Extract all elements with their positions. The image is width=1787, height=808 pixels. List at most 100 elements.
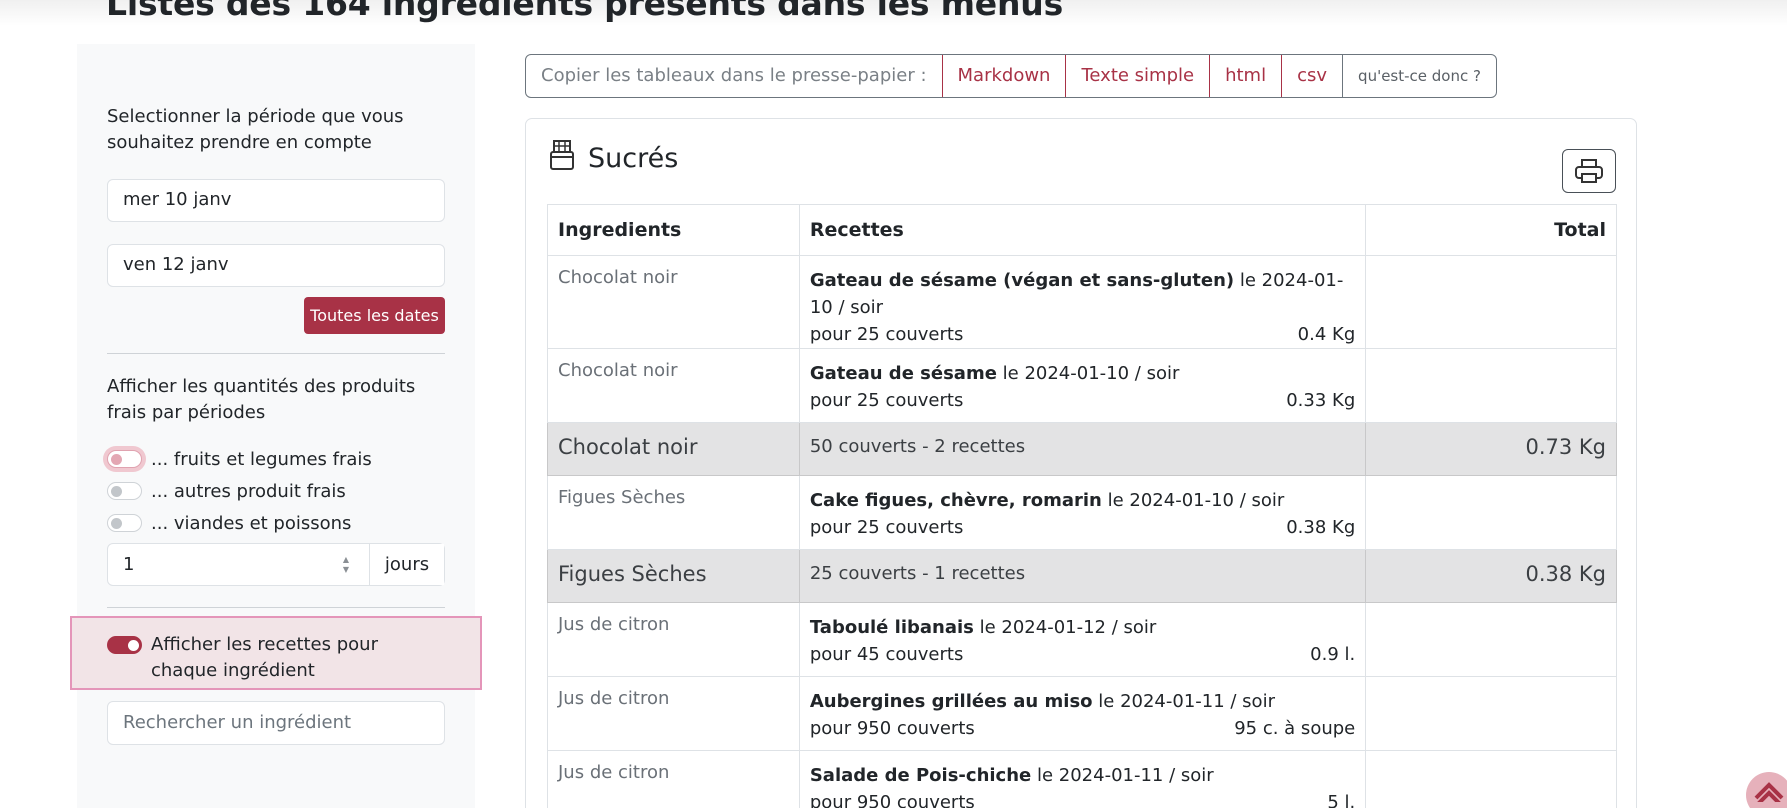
recipe-quantity: 5 l. (1327, 792, 1356, 808)
total-cell (1365, 750, 1617, 808)
recipe-quantity: 0.4 Kg (1297, 324, 1356, 345)
recipe-name: Cake figues, chèvre, romarin (809, 490, 1102, 511)
table-row: Jus de citron Aubergines grillées au mis… (547, 676, 1617, 751)
summary-count: 25 couverts - 1 recettes (798, 549, 1367, 603)
period-unit: jours (370, 544, 444, 585)
total-cell (1365, 475, 1617, 550)
scroll-to-top-button[interactable] (1746, 772, 1787, 808)
ingredient-cell: Jus de citron (547, 750, 800, 808)
printer-icon (1575, 159, 1603, 183)
copy-text-button[interactable]: Texte simple (1065, 55, 1209, 97)
ingredient-cell: Jus de citron (547, 602, 800, 677)
toggle-fruits-legumes[interactable]: ... fruits et legumes frais (107, 447, 372, 471)
period-number-input[interactable]: 1 ▲ ▼ (108, 544, 370, 585)
recipe-cell: Cake figues, chèvre, romarin le 2024-01-… (798, 475, 1367, 550)
column-header: Total (1365, 204, 1617, 256)
recipe-meta: le 2024-01-12 / soir (979, 617, 1157, 638)
table-row: Chocolat noir Gateau de sésame (végan et… (547, 255, 1617, 349)
toggle-label: ... autres produit frais (151, 480, 346, 502)
summary-count: 50 couverts - 2 recettes (798, 422, 1367, 476)
recipe-quantity: 0.9 l. (1310, 644, 1356, 665)
print-button[interactable] (1562, 149, 1616, 193)
toggle-show-recipes[interactable]: Afficher les recettes pour chaque ingréd… (107, 632, 441, 684)
recipe-servings: pour 25 couverts (809, 517, 964, 538)
period-number-group: 1 ▲ ▼ jours (107, 543, 445, 586)
divider (107, 353, 445, 354)
period-value: 1 (123, 554, 135, 575)
chevron-up-icon (1754, 782, 1784, 802)
recipe-cell: Salade de Pois-chiche le 2024-01-11 / so… (798, 750, 1367, 808)
table-row: Figues Sèches Cake figues, chèvre, romar… (547, 475, 1617, 550)
period-label: Selectionner la période que vous souhait… (107, 106, 404, 153)
table-row: Chocolat noir Gateau de sésame le 2024-0… (547, 348, 1617, 423)
toggle-switch[interactable] (107, 514, 142, 532)
recipe-meta: le 2024-01-10 / soir (1002, 363, 1180, 384)
copy-toolbar: Copier les tableaux dans le presse-papie… (525, 54, 1497, 98)
recipe-name: Aubergines grillées au miso (809, 691, 1093, 712)
sidebar: Selectionner la période que vous souhait… (70, 44, 482, 808)
recipe-meta: le 2024-01-11 / soir (1036, 765, 1214, 786)
ingredient-search-input[interactable]: Rechercher un ingrédient (107, 701, 445, 745)
all-dates-button[interactable]: Toutes les dates (304, 297, 445, 334)
toggle-viandes-poissons[interactable]: ... viandes et poissons (107, 511, 351, 535)
show-recipes-label: Afficher les recettes pour chaque ingréd… (151, 634, 378, 681)
recipe-name: Gateau de sésame (809, 363, 997, 384)
column-header: Ingredients (547, 204, 800, 256)
toggle-label: ... viandes et poissons (151, 512, 352, 534)
ingredients-table: Ingredients Recettes Total Chocolat noir… (547, 204, 1617, 808)
summary-row: Figues Sèches 25 couverts - 1 recettes 0… (547, 549, 1617, 603)
toggle-autres-frais[interactable]: ... autres produit frais (107, 479, 346, 503)
recipe-cell: Gateau de sésame (végan et sans-gluten) … (798, 255, 1367, 349)
total-cell (1365, 602, 1617, 677)
page: Listes des 164 ingrédients présents dans… (0, 0, 1787, 808)
recipe-cell: Gateau de sésame le 2024-01-10 / soir po… (798, 348, 1367, 423)
recipe-name: Salade de Pois-chiche (809, 765, 1032, 786)
copy-csv-button[interactable]: csv (1281, 55, 1342, 97)
candy-box-icon (550, 140, 574, 170)
toggle-switch[interactable] (107, 482, 142, 500)
copy-markdown-button[interactable]: Markdown (941, 55, 1066, 97)
summary-ingredient: Chocolat noir (547, 422, 800, 476)
copy-html-button[interactable]: html (1209, 55, 1281, 97)
ingredient-cell: Jus de citron (547, 676, 800, 751)
divider (107, 607, 445, 608)
recipe-servings: pour 25 couverts (809, 390, 964, 411)
column-header: Recettes (798, 204, 1367, 256)
recipe-name: Taboulé libanais (809, 617, 974, 638)
recipe-meta: le 2024-01-11 / soir (1098, 691, 1275, 712)
recipe-quantity: 95 c. à soupe (1234, 718, 1356, 739)
recipe-cell: Aubergines grillées au miso le 2024-01-1… (798, 676, 1367, 751)
recipe-quantity: 0.33 Kg (1286, 390, 1356, 411)
end-date-input[interactable]: ven 12 janv (107, 244, 445, 287)
summary-total: 0.73 Kg (1365, 422, 1617, 476)
recipe-servings: pour 950 couverts (809, 792, 975, 808)
toggle-switch[interactable] (107, 636, 142, 654)
toggle-switch[interactable] (107, 450, 142, 468)
toggle-label: ... fruits et legumes frais (151, 448, 372, 470)
copy-label: Copier les tableaux dans le presse-papie… (541, 65, 927, 86)
ingredient-cell: Chocolat noir (547, 348, 800, 423)
page-title: Listes des 164 ingrédients présents dans… (106, 0, 1064, 23)
total-cell (1365, 255, 1617, 349)
copy-help-button[interactable]: qu'est-ce donc ? (1342, 55, 1496, 97)
table-row: Jus de citron Salade de Pois-chiche le 2… (547, 750, 1617, 808)
table-row: Jus de citron Taboulé libanais le 2024-0… (547, 602, 1617, 677)
table-header-row: Ingredients Recettes Total (547, 204, 1617, 256)
total-cell (1365, 348, 1617, 423)
fresh-label: Afficher les quantités des produits frai… (107, 376, 416, 423)
recipe-cell: Taboulé libanais le 2024-01-12 / soir po… (798, 602, 1367, 677)
recipe-servings: pour 950 couverts (809, 718, 975, 739)
show-recipes-highlight: Afficher les recettes pour chaque ingréd… (70, 616, 482, 690)
start-date-input[interactable]: mer 10 janv (107, 179, 445, 222)
number-spinner-icon[interactable]: ▲ ▼ (339, 555, 353, 575)
summary-row: Chocolat noir 50 couverts - 2 recettes 0… (547, 422, 1617, 476)
ingredient-cell: Figues Sèches (547, 475, 800, 550)
ingredient-cell: Chocolat noir (547, 255, 800, 349)
recipe-servings: pour 45 couverts (809, 644, 964, 665)
recipe-name: Gateau de sésame (végan et sans-gluten) (809, 270, 1235, 291)
recipe-servings: pour 25 couverts (809, 324, 964, 345)
category-card: Sucrés Ingredients Recettes Total Chocol… (525, 118, 1637, 808)
summary-total: 0.38 Kg (1365, 549, 1617, 603)
card-title: Sucrés (588, 143, 679, 174)
total-cell (1365, 676, 1617, 751)
